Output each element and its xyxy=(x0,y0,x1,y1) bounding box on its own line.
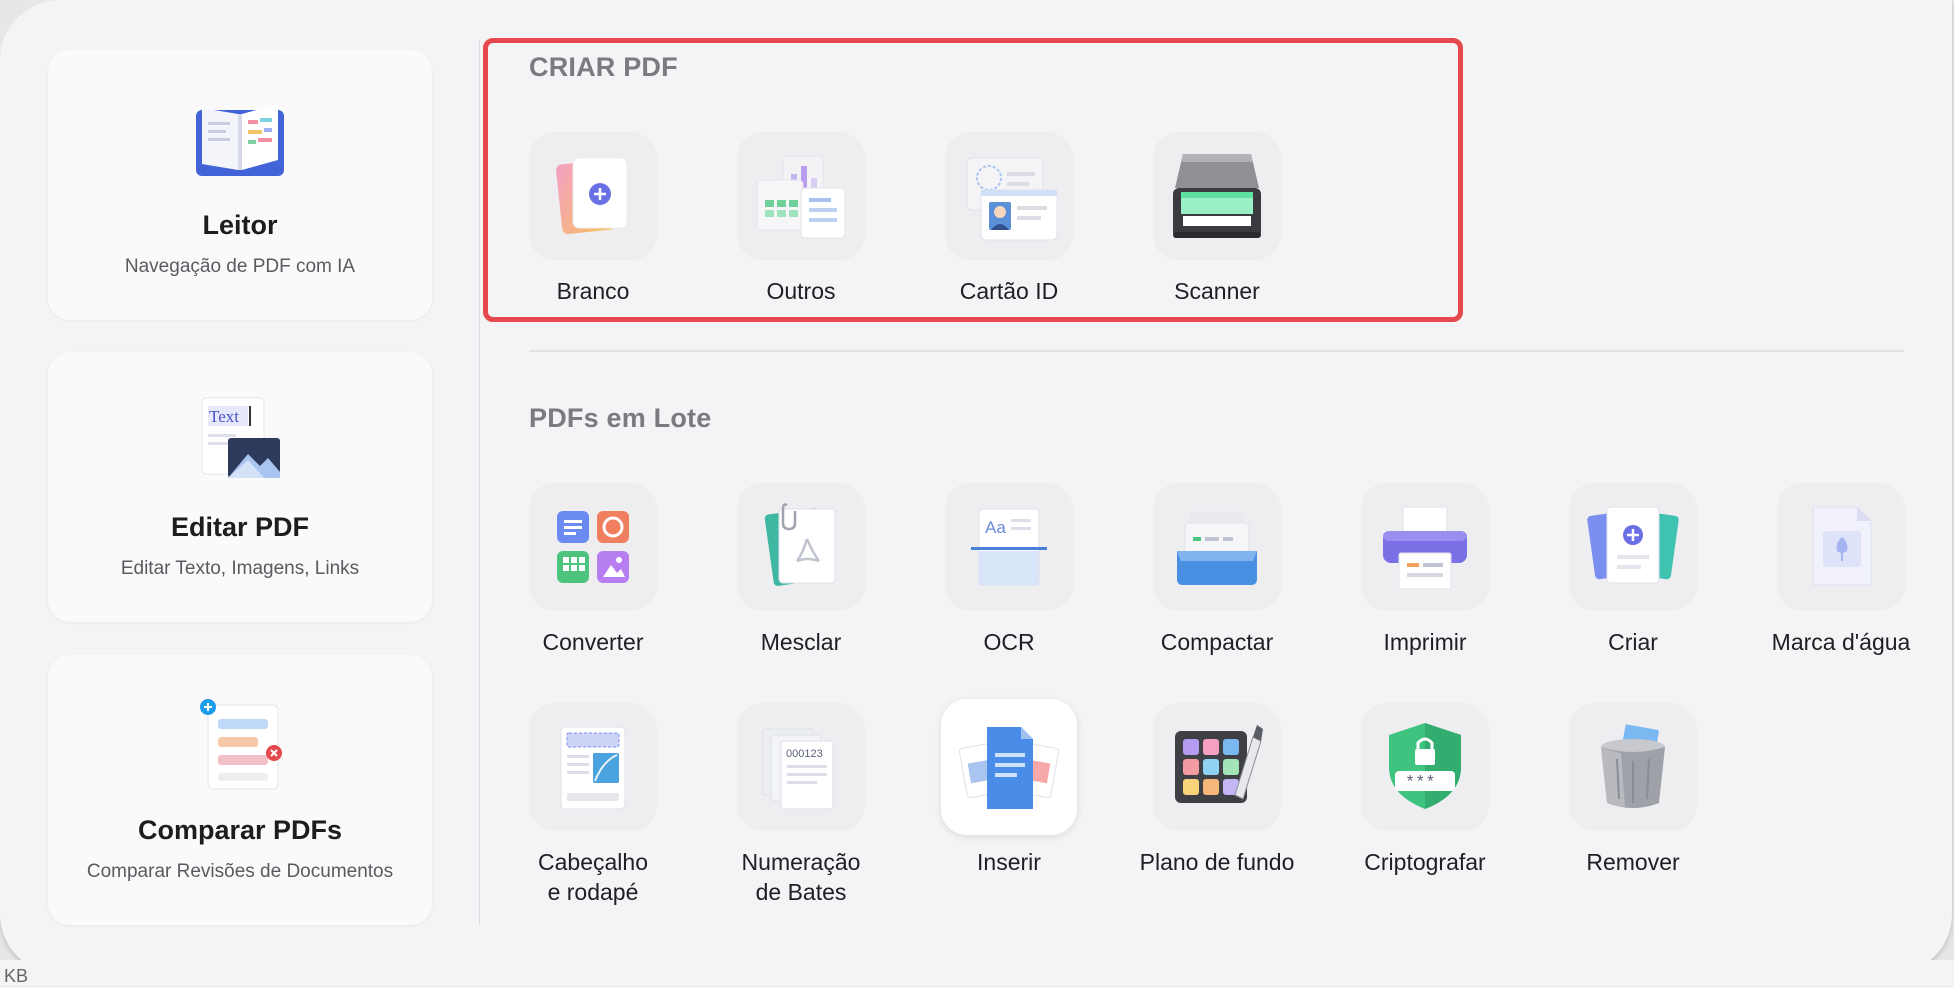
tool-imprimir-label: Imprimir xyxy=(1383,629,1467,655)
window-corner xyxy=(0,0,120,120)
merge-icon xyxy=(764,503,836,586)
tool-branco[interactable]: Branco xyxy=(489,132,697,306)
tool-converter-label: Converter xyxy=(542,629,644,655)
edit-pdf-subtitle: Editar Texto, Imagens, Links xyxy=(120,558,360,579)
convert-icon xyxy=(557,511,629,583)
label-line-1: Numeração xyxy=(741,849,861,875)
label-line-2: e rodapé xyxy=(547,879,639,905)
tool-marca-dagua-label: Marca d'água xyxy=(1771,629,1911,655)
book-icon xyxy=(196,104,284,176)
tool-remover[interactable]: Remover xyxy=(1529,703,1737,877)
tool-cabecalho-rodape[interactable]: Cabeçalho e rodapé xyxy=(489,703,697,907)
batch-section-title: PDFs em Lote xyxy=(529,403,712,433)
tool-outros[interactable]: Outros xyxy=(697,132,905,306)
sidebar-divider xyxy=(479,40,480,925)
tool-criptografar[interactable]: *** Criptografar xyxy=(1321,703,1529,877)
tool-outros-label: Outros xyxy=(766,278,836,304)
tool-compactar-label: Compactar xyxy=(1160,629,1274,655)
tool-imprimir[interactable]: Imprimir xyxy=(1321,483,1529,657)
tool-numeracao-bates-label: Numeração de Bates xyxy=(697,847,905,907)
tool-criar-label: Criar xyxy=(1608,629,1658,655)
print-icon xyxy=(1383,506,1467,590)
tool-inserir[interactable]: Inserir xyxy=(905,699,1113,877)
compare-docs-icon xyxy=(200,699,282,790)
reader-subtitle: Navegação de PDF com IA xyxy=(124,256,356,277)
label-line-1: Cabeçalho xyxy=(538,849,648,875)
tool-criptografar-label: Criptografar xyxy=(1364,849,1486,875)
tool-mesclar[interactable]: Mesclar xyxy=(697,483,905,657)
edit-pdf-title: Editar PDF xyxy=(170,512,310,542)
tool-marca-dagua[interactable]: Marca d'água xyxy=(1737,483,1945,657)
tool-scanner[interactable]: Scanner xyxy=(1113,132,1321,306)
header-footer-icon xyxy=(560,726,626,810)
size-unit-label: KB xyxy=(4,966,29,986)
reader-card[interactable]: Leitor Navegação de PDF com IA xyxy=(48,50,432,320)
tool-numeracao-bates[interactable]: 000123 Numeração de Bates xyxy=(697,703,905,907)
insert-icon xyxy=(958,727,1060,809)
edit-text-icon: Text xyxy=(201,397,280,478)
compare-pdfs-title: Comparar PDFs xyxy=(137,815,343,845)
compress-icon xyxy=(1177,511,1257,585)
bates-number-text: 000123 xyxy=(786,748,823,760)
edit-pdf-card[interactable]: Text Editar PDF Editar Texto, Imagens, L… xyxy=(48,352,432,622)
tool-ocr-label: OCR xyxy=(983,629,1035,655)
encrypt-icon-text: *** xyxy=(1405,774,1436,793)
tool-criar[interactable]: Criar xyxy=(1529,483,1737,657)
tool-scanner-label: Scanner xyxy=(1174,278,1260,304)
bottom-strip xyxy=(0,960,1954,986)
background-icon xyxy=(1175,725,1263,803)
tool-inserir-label: Inserir xyxy=(977,849,1041,875)
compare-pdfs-card[interactable]: Comparar PDFs Comparar Revisões de Docum… xyxy=(48,655,432,925)
label-line-2: de Bates xyxy=(755,879,847,905)
compare-pdfs-subtitle: Comparar Revisões de Documentos xyxy=(86,861,394,882)
scanner-icon xyxy=(1173,154,1261,238)
other-files-icon xyxy=(756,155,846,239)
ocr-icon: Aa xyxy=(971,508,1047,586)
tool-cartao-id-label: Cartão ID xyxy=(959,278,1059,304)
trash-icon xyxy=(1601,724,1665,808)
create-icon xyxy=(1587,506,1679,584)
blank-page-icon xyxy=(556,157,628,235)
edit-text-icon-label: Text xyxy=(209,407,239,426)
tool-ocr[interactable]: Aa OCR xyxy=(905,483,1113,657)
tool-remover-label: Remover xyxy=(1586,849,1680,875)
encrypt-icon: *** xyxy=(1389,723,1461,809)
section-divider xyxy=(529,350,1904,352)
tool-converter[interactable]: Converter xyxy=(489,483,697,657)
tool-plano-de-fundo-label: Plano de fundo xyxy=(1139,849,1295,875)
tool-cabecalho-rodape-label: Cabeçalho e rodapé xyxy=(489,847,697,907)
ocr-icon-text: Aa xyxy=(985,518,1006,537)
reader-title: Leitor xyxy=(202,210,278,240)
bates-number-icon: 000123 xyxy=(762,728,834,810)
id-card-icon xyxy=(966,157,1058,241)
tool-compactar[interactable]: Compactar xyxy=(1113,483,1321,657)
tool-branco-label: Branco xyxy=(556,278,630,304)
watermark-icon xyxy=(1812,506,1872,586)
tool-plano-de-fundo[interactable]: Plano de fundo xyxy=(1113,703,1321,877)
create-pdf-section-title: CRIAR PDF xyxy=(529,52,678,82)
app-window: Leitor Navegação de PDF com IA Text Edit… xyxy=(0,0,1952,974)
tool-mesclar-label: Mesclar xyxy=(760,629,842,655)
tool-cartao-id[interactable]: Cartão ID xyxy=(905,132,1113,306)
